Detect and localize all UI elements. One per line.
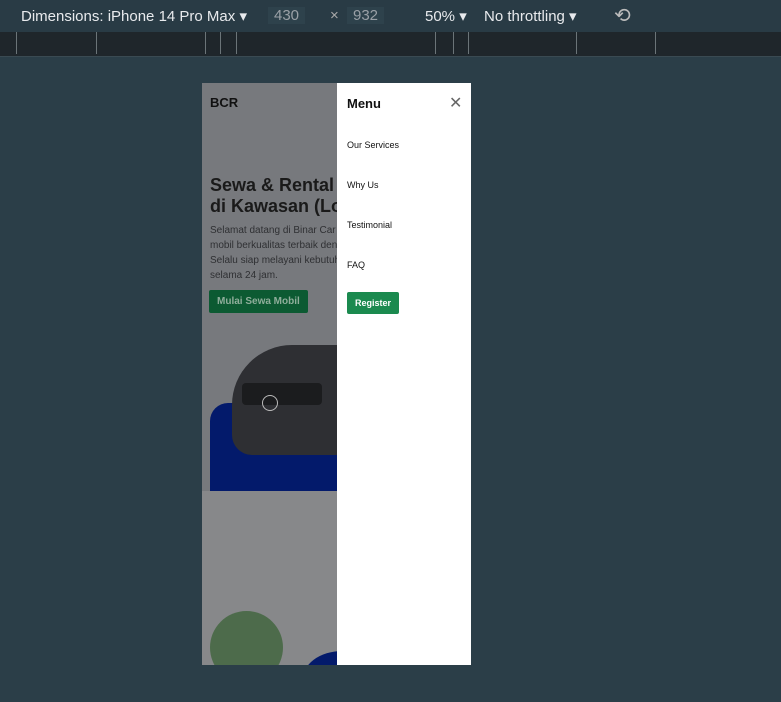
register-button[interactable]: Register bbox=[347, 292, 400, 314]
menu-item-faq[interactable]: FAQ bbox=[347, 260, 365, 270]
green-circle bbox=[210, 611, 283, 665]
devtools-toolbar: Dimensions: iPhone 14 Pro Max ▾ 430 × 93… bbox=[0, 0, 781, 32]
device-select[interactable]: Dimensions: iPhone 14 Pro Max ▾ bbox=[21, 7, 247, 25]
brand-logo[interactable]: BCR bbox=[210, 95, 238, 110]
menu-item-our-services[interactable]: Our Services bbox=[347, 140, 399, 150]
throttle-select[interactable]: No throttling ▾ bbox=[484, 7, 577, 25]
height-input[interactable]: 932 bbox=[347, 7, 385, 24]
width-input[interactable]: 430 bbox=[268, 7, 306, 24]
media-query-ruler bbox=[0, 32, 781, 57]
menu-item-why-us[interactable]: Why Us bbox=[347, 180, 379, 190]
menu-title: Menu bbox=[347, 96, 381, 111]
close-icon[interactable]: ✕ bbox=[449, 93, 462, 113]
zoom-select[interactable]: 50% ▾ bbox=[425, 7, 467, 25]
car-logo-icon bbox=[262, 395, 278, 411]
menu-item-testimonial[interactable]: Testimonial bbox=[347, 220, 392, 230]
rent-car-button[interactable]: Mulai Sewa Mobil bbox=[209, 290, 308, 313]
rotate-icon[interactable]: ⟲ bbox=[614, 3, 631, 28]
menu-drawer: Menu ✕ Our Services Why Us Testimonial F… bbox=[337, 83, 471, 665]
times-label: × bbox=[330, 7, 339, 24]
device-viewport: BCR Sewa & Rental Mobil Terbaik di Kawasa… bbox=[202, 83, 471, 665]
car-grille bbox=[242, 383, 322, 405]
